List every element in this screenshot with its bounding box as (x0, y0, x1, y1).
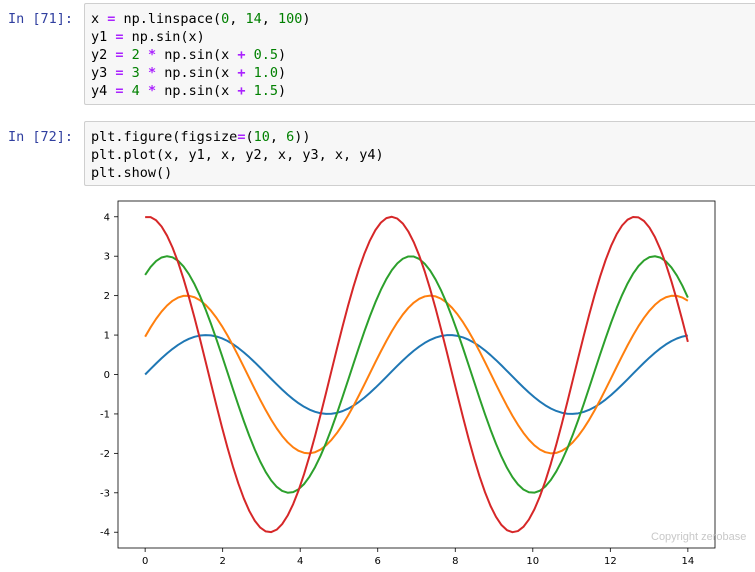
plot-output: 0 2 4 6 8 10 12 14 4 3 2 1 0 -1 -2 -3 -4 (0, 195, 755, 568)
x-tick-label: 2 (219, 556, 225, 567)
code-line: x = np.linspace(0, 14, 100) (91, 11, 311, 27)
code-input-area[interactable]: plt.figure(figsize=(10, 6)) plt.plot(x, y… (84, 121, 755, 186)
series-line-y4 (145, 215, 689, 534)
series-line-y1 (144, 334, 689, 415)
series-line-y3 (144, 255, 689, 494)
code-text: , (229, 11, 246, 27)
code-operator: * (147, 47, 157, 63)
code-line: y2 = 2 * np.sin(x + 0.5) (91, 47, 286, 63)
code-text: y2 (91, 47, 116, 63)
code-text: plt.figure(figsize (91, 129, 238, 145)
code-text: ) (302, 11, 311, 27)
y-tick-label: 1 (104, 331, 110, 342)
code-text: , (269, 129, 287, 145)
code-number: 10 (253, 129, 270, 145)
code-cell-72[interactable]: In [72]: plt.figure(figsize=(10, 6)) plt.… (0, 118, 755, 188)
y-tick-label: -4 (100, 528, 110, 539)
code-text: ) (278, 47, 287, 63)
code-text: np.sin(x (156, 65, 238, 81)
code-number: 3 (131, 65, 140, 81)
code-text: np.linspace( (115, 11, 222, 27)
code-number: 1.0 (253, 65, 279, 81)
x-tick-label: 6 (375, 556, 381, 567)
code-line: y1 = np.sin(x) (91, 29, 205, 45)
line-chart: 0 2 4 6 8 10 12 1443210-1-2-3-4 (100, 200, 716, 567)
code-number: 2 (131, 47, 140, 63)
x-tick-label: 0 (142, 556, 148, 567)
code-line: plt.figure(figsize=(10, 6)) (91, 129, 311, 145)
code-operator: + (237, 65, 246, 81)
code-operator: = (115, 65, 124, 81)
code-number: 0 (221, 11, 230, 27)
x-tick-label: 10 (526, 556, 539, 567)
code-text: ) (278, 83, 287, 99)
code-input-area[interactable]: x = np.linspace(0, 14, 100) y1 = np.sin(x… (84, 3, 755, 105)
code-operator: = (115, 29, 124, 45)
y-tick-label: 4 (104, 212, 110, 223)
code-text: y1 (91, 29, 116, 45)
code-text: x (91, 11, 108, 27)
y-tick-label: 0 (104, 370, 110, 381)
code-operator: + (237, 83, 246, 99)
code-cell-71[interactable]: In [71]: x = np.linspace(0, 14, 100) y1 =… (0, 0, 755, 106)
y-tick-label: 3 (104, 252, 110, 263)
code-line: y3 = 3 * np.sin(x + 1.0) (91, 65, 286, 81)
x-tick-label: 4 (297, 556, 303, 567)
code-text: plt.plot(x, y1, x, y2, x, y3, x, y4) (91, 147, 384, 163)
cell-prompt: In [71]: (8, 11, 74, 27)
code-text: )) (294, 129, 311, 145)
code-number: 4 (131, 83, 140, 99)
copyright-watermark: Copyright zerobase (651, 531, 747, 543)
code-line: y4 = 4 * np.sin(x + 1.5) (91, 83, 286, 99)
code-number: 1.5 (253, 83, 279, 99)
code-number: 14 (245, 11, 262, 27)
code-operator: * (147, 65, 157, 81)
plot-frame (117, 200, 716, 549)
code-text: y3 (91, 65, 116, 81)
code-text: ) (278, 65, 287, 81)
x-tick-label: 14 (681, 556, 694, 567)
series-line-y2 (144, 294, 689, 455)
code-text: np.sin(x) (123, 29, 205, 45)
code-operator: = (115, 47, 124, 63)
code-text: np.sin(x (156, 47, 238, 63)
y-tick-label: -2 (100, 449, 110, 460)
code-operator: + (237, 47, 246, 63)
cell-prompt: In [72]: (8, 129, 74, 145)
code-text: ( (245, 129, 254, 145)
code-text: np.sin(x (156, 83, 238, 99)
x-tick-label: 8 (452, 556, 458, 567)
code-text: , (261, 11, 279, 27)
code-text: plt.show() (91, 165, 173, 181)
code-operator: = (115, 83, 124, 99)
code-operator: * (147, 83, 157, 99)
code-text: y4 (91, 83, 116, 99)
x-tick-label: 12 (604, 556, 617, 567)
y-tick-label: -1 (100, 409, 110, 420)
code-line: plt.show() (91, 165, 172, 181)
code-line: plt.plot(x, y1, x, y2, x, y3, x, y4) (91, 147, 384, 163)
code-number: 100 (278, 11, 303, 27)
y-tick-label: 2 (104, 291, 110, 302)
y-tick-label: -3 (100, 488, 110, 499)
code-number: 0.5 (253, 47, 279, 63)
